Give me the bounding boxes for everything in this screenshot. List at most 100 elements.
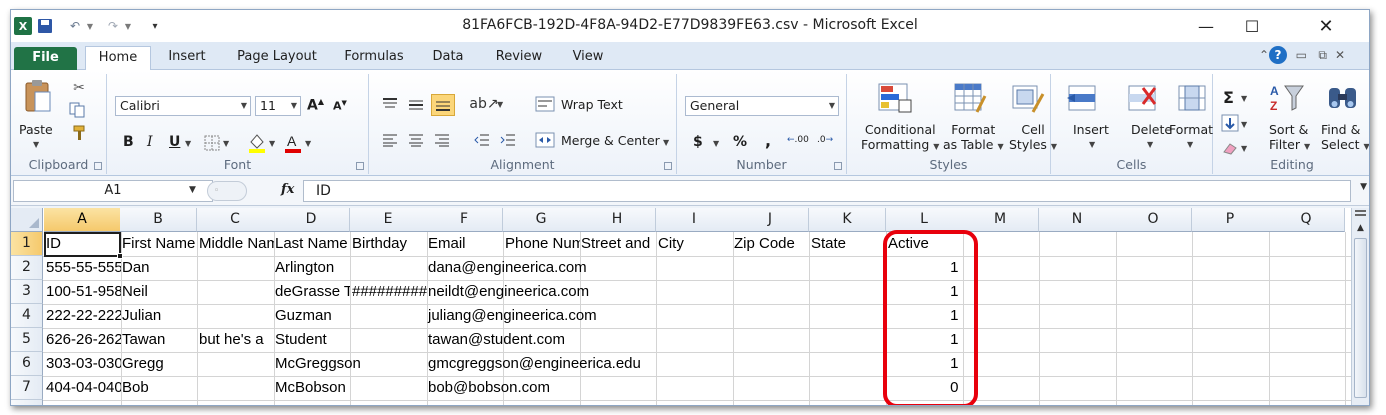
format-painter-icon[interactable]	[71, 124, 89, 142]
cell-d5[interactable]: Student	[273, 328, 350, 352]
cell-f3[interactable]: neildt@engineerica.com	[426, 280, 589, 304]
autosum-button[interactable]: Σ	[1223, 88, 1234, 107]
cell-d4[interactable]: Guzman	[273, 304, 350, 328]
conditional-formatting-icon[interactable]	[877, 82, 913, 114]
fill-color-dropdown-icon[interactable]: ▼	[269, 139, 275, 148]
increase-decimal-button[interactable]: ←.00	[787, 136, 809, 145]
workbook-restore-icon[interactable]: ⧉	[1318, 48, 1327, 63]
cell-d2[interactable]: Arlington	[273, 256, 350, 280]
cell-l5[interactable]: 1	[886, 328, 963, 352]
cell-l4[interactable]: 1	[886, 304, 963, 328]
fill-color-icon[interactable]	[247, 132, 267, 154]
alignment-launcher-icon[interactable]	[664, 162, 672, 170]
cell-f6[interactable]: gmcgreggson@engineerica.edu	[426, 352, 641, 376]
fill-icon[interactable]	[1221, 114, 1239, 132]
format-as-table-icon[interactable]	[953, 82, 987, 114]
find-select-button[interactable]: Find & Select ▼	[1321, 122, 1369, 154]
split-handle[interactable]	[1355, 210, 1366, 216]
row-header-5[interactable]: 5	[11, 328, 43, 352]
cell-d1[interactable]: Last Name	[273, 232, 350, 256]
underline-dropdown-icon[interactable]: ▼	[185, 139, 191, 148]
scroll-up-icon[interactable]: ▲	[1352, 220, 1369, 236]
cell-a7[interactable]: 404-04-0404	[44, 376, 121, 400]
cell-b3[interactable]: Neil	[120, 280, 197, 304]
worksheet-grid[interactable]: ABCDEFGHIJKLMNOPQ 1234567 ID First Name Mi…	[11, 208, 1353, 405]
row-header-6[interactable]: 6	[11, 352, 43, 376]
column-header-g[interactable]: G	[503, 208, 580, 232]
cell-a4[interactable]: 222-22-2222	[44, 304, 121, 328]
column-header-a[interactable]: A	[44, 208, 121, 232]
column-header-p[interactable]: P	[1192, 208, 1269, 232]
column-header-l[interactable]: L	[886, 208, 963, 232]
cell-a3[interactable]: 100-51-9585	[44, 280, 121, 304]
customize-toolbar-icon[interactable]: ▾	[149, 17, 161, 35]
cell-h1[interactable]: Street and	[579, 232, 656, 256]
help-icon[interactable]: ?	[1269, 46, 1287, 64]
wrap-text-icon[interactable]	[535, 96, 555, 112]
redo-dropdown-icon[interactable]: ▼	[123, 17, 133, 35]
cell-b6[interactable]: Gregg	[120, 352, 197, 376]
name-box[interactable]: A1	[13, 180, 213, 202]
align-middle-icon[interactable]	[407, 96, 425, 112]
cell-c1[interactable]: Middle Name	[197, 232, 274, 256]
cell-c5[interactable]: but he's a	[197, 328, 274, 352]
cell-l1[interactable]: Active	[886, 232, 963, 256]
cell-a2[interactable]: 555-55-5555	[44, 256, 121, 280]
row-header-7[interactable]: 7	[11, 376, 43, 400]
insert-cells-icon[interactable]	[1065, 82, 1101, 114]
insert-cells-button[interactable]: Insert	[1073, 122, 1109, 137]
name-box-dropdown-icon[interactable]: ▼	[189, 185, 196, 195]
cell-a6[interactable]: 303-03-0303	[44, 352, 121, 376]
tab-file[interactable]: File	[14, 47, 77, 70]
font-color-icon[interactable]: A	[283, 132, 303, 154]
insert-function-icon[interactable]: fx	[281, 182, 294, 197]
column-header-d[interactable]: D	[273, 208, 350, 232]
format-cells-icon[interactable]	[1175, 82, 1209, 114]
cell-i1[interactable]: City	[656, 232, 733, 256]
fill-handle[interactable]	[117, 253, 123, 259]
font-launcher-icon[interactable]	[356, 162, 364, 170]
align-bottom-icon[interactable]	[431, 94, 455, 116]
cut-icon[interactable]: ✂	[71, 80, 87, 96]
fill-dropdown-icon[interactable]: ▼	[1241, 120, 1247, 129]
column-header-c[interactable]: C	[197, 208, 274, 232]
delete-cells-button[interactable]: Delete	[1131, 122, 1172, 137]
cell-l7[interactable]: 0	[886, 376, 963, 400]
cell-l2[interactable]: 1	[886, 256, 963, 280]
cell-d7[interactable]: McBobson	[273, 376, 350, 400]
column-header-j[interactable]: J	[732, 208, 809, 232]
cell-styles-icon[interactable]	[1011, 82, 1045, 114]
bold-button[interactable]: B	[123, 134, 134, 150]
decrease-indent-icon[interactable]	[473, 132, 491, 148]
font-name-combo[interactable]: Calibri ▼	[115, 96, 251, 116]
column-header-n[interactable]: N	[1039, 208, 1116, 232]
orientation-icon[interactable]: ab↗	[469, 94, 498, 114]
formula-input[interactable]: ID	[303, 180, 1351, 202]
column-header-h[interactable]: H	[579, 208, 656, 232]
tab-insert[interactable]: Insert	[159, 46, 215, 70]
cell-f1[interactable]: Email	[426, 232, 503, 256]
column-header-e[interactable]: E	[350, 208, 427, 232]
tab-data[interactable]: Data	[425, 46, 471, 70]
save-icon[interactable]	[37, 17, 53, 35]
sort-filter-icon[interactable]: AZ	[1269, 82, 1305, 114]
shrink-font-button[interactable]: A▼	[333, 99, 347, 113]
column-header-m[interactable]: M	[962, 208, 1039, 232]
cell-b4[interactable]: Julian	[120, 304, 197, 328]
decrease-decimal-button[interactable]: .0→	[817, 136, 833, 145]
tab-page-layout[interactable]: Page Layout	[229, 46, 325, 70]
cell-f2[interactable]: dana@engineerica.com	[426, 256, 587, 280]
close-button[interactable]: ✕	[1303, 10, 1349, 42]
row-header-1[interactable]: 1	[11, 232, 43, 256]
cell-e1[interactable]: Birthday	[350, 232, 427, 256]
tab-view[interactable]: View	[565, 46, 611, 70]
underline-button[interactable]: U	[169, 134, 180, 150]
row-header-3[interactable]: 3	[11, 280, 43, 304]
tab-home[interactable]: Home	[85, 46, 151, 71]
clipboard-launcher-icon[interactable]	[94, 162, 102, 170]
minimize-button[interactable]: —	[1183, 10, 1229, 42]
grow-font-button[interactable]: A▲	[307, 97, 324, 114]
paste-button[interactable]: Paste	[19, 122, 53, 137]
cell-l3[interactable]: 1	[886, 280, 963, 304]
font-size-combo[interactable]: 11 ▼	[255, 96, 301, 116]
